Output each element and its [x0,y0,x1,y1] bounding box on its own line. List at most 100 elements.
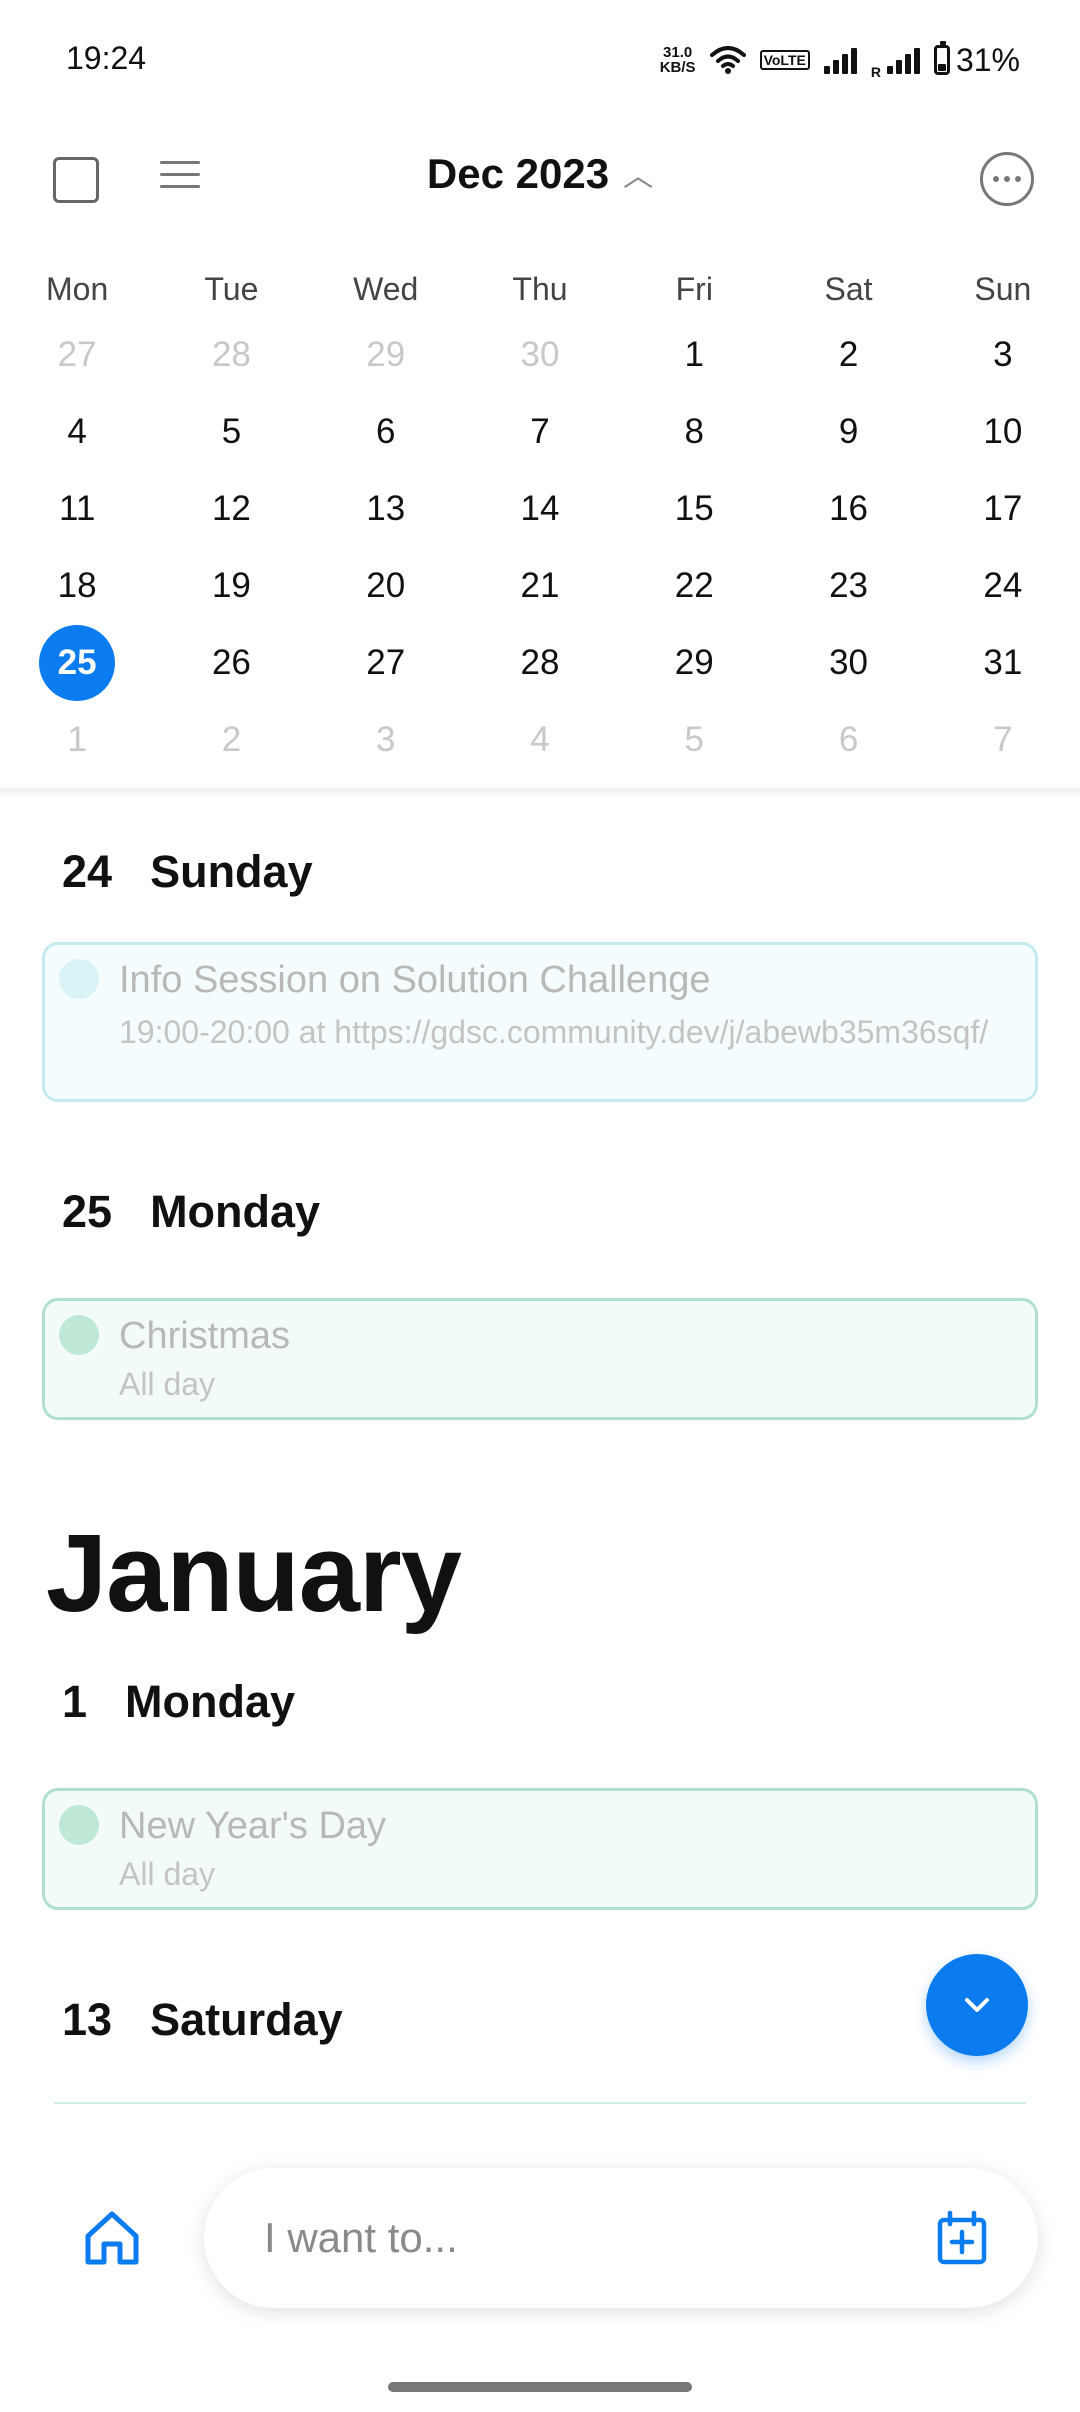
calendar-day[interactable]: 15 [617,470,771,547]
agenda-day-name: Monday [125,1676,296,1727]
calendar-add-icon [937,2210,987,2265]
calendar-day[interactable]: 14 [463,470,617,547]
day-number: 9 [838,412,859,451]
day-number: 18 [57,566,97,605]
calendar-day[interactable]: 6 [771,701,925,778]
day-number: 19 [211,566,251,605]
day-number: 24 [983,566,1023,605]
calendar-day[interactable]: 5 [617,701,771,778]
day-number: 27 [366,643,406,682]
agenda-day-number: 25 [62,1186,113,1237]
calendar-day[interactable]: 27 [309,624,463,701]
calendar-day[interactable]: 6 [309,393,463,470]
battery-indicator: 31% [933,41,1020,79]
calendar-day[interactable]: 9 [771,393,925,470]
calendar-day[interactable]: 30 [771,624,925,701]
calendar-day[interactable]: 8 [617,393,771,470]
agenda-day-heading: 13 Saturday [62,1994,343,2046]
day-number: 5 [684,720,704,759]
wifi-icon [709,46,746,74]
calendar-day[interactable]: 20 [309,547,463,624]
bottom-bar: I want to... [0,2150,1080,2412]
calendar-day[interactable]: 31 [926,624,1080,701]
calendar-day[interactable]: 17 [926,470,1080,547]
event-color-dot [59,1315,99,1355]
calendar-day[interactable]: 4 [0,393,154,470]
day-number: 16 [829,489,869,528]
chevron-down-icon [965,1998,989,2012]
calendar-day[interactable]: 5 [154,393,308,470]
event-subtitle: 19:00-20:00 at https://gdsc.community.de… [119,1014,989,1050]
calendar-day[interactable]: 16 [771,470,925,547]
calendar-day[interactable]: 13 [309,470,463,547]
month-heading: January [46,1512,462,1635]
calendar-day[interactable]: 29 [309,316,463,393]
day-number: 12 [211,489,251,528]
calendar-day[interactable]: 28 [154,316,308,393]
calendar-day[interactable]: 12 [154,470,308,547]
event-card[interactable]: Info Session on Solution Challenge 19:00… [42,942,1038,1102]
calendar-day[interactable]: 3 [309,701,463,778]
event-color-dot [59,959,99,999]
agenda-day-heading: 24 Sunday [62,846,313,898]
calendar-day[interactable]: 21 [463,547,617,624]
calendar-day[interactable]: 22 [617,547,771,624]
agenda-day-number: 24 [62,846,113,897]
calendar-day[interactable]: 24 [926,547,1080,624]
calendar-day[interactable]: 26 [154,624,308,701]
calendar-day[interactable]: 2 [154,701,308,778]
battery-percent: 31% [955,41,1020,78]
day-number: 30 [520,335,560,374]
calendar-day[interactable]: 10 [926,393,1080,470]
week-row: 18 19 20 21 22 23 24 [0,547,1080,624]
calendar-day[interactable]: 4 [463,701,617,778]
add-event-button[interactable] [932,2208,992,2268]
home-icon [85,2211,139,2265]
calendar-day[interactable]: 28 [463,624,617,701]
calendar-day[interactable]: 1 [0,701,154,778]
day-number: 8 [684,412,704,451]
day-number: 20 [366,566,406,605]
more-options-icon[interactable] [980,152,1034,206]
calendar-day[interactable]: 30 [463,316,617,393]
calendar-day[interactable]: 19 [154,547,308,624]
week-row: 25 26 27 28 29 30 31 [0,624,1080,701]
calendar-day[interactable]: 1 [617,316,771,393]
weekday-label: Sun [974,271,1032,307]
calendar-day[interactable]: 7 [926,701,1080,778]
day-number: 4 [530,720,550,759]
event-title: Info Session on Solution Challenge [119,959,711,1001]
day-number: 3 [375,720,396,759]
event-card[interactable]: New Year's Day All day [42,1788,1038,1910]
day-number: 7 [993,720,1013,759]
network-speed-unit: KB/S [659,59,696,76]
day-number: 30 [829,643,869,682]
calendar-day[interactable]: 3 [926,316,1080,393]
calendar-day[interactable]: 11 [0,470,154,547]
calendar-day-today[interactable]: 25 [0,624,154,701]
battery-fill [937,63,946,71]
day-number: 28 [211,335,251,374]
agenda-day-heading: 25 Monday [62,1186,320,1238]
calendar-day[interactable]: 29 [617,624,771,701]
scroll-down-button[interactable] [926,1954,1028,2056]
agenda-day-name: Sunday [150,846,313,897]
quick-add-input[interactable]: I want to... [204,2168,1038,2308]
day-number: 6 [838,720,859,759]
month-title: Dec 2023 [426,150,610,197]
weekday-header-row: Mon Tue Wed Thu Fri Sat Sun [0,262,1080,316]
month-selector[interactable]: Dec 2023 ︿ [0,150,1080,199]
weekday-label: Wed [353,271,419,307]
calendar-day[interactable]: 23 [771,547,925,624]
calendar-day[interactable]: 27 [0,316,154,393]
chevron-up-icon: ︿ [623,159,654,193]
calendar-day[interactable]: 18 [0,547,154,624]
calendar-day[interactable]: 7 [463,393,617,470]
event-card[interactable]: Christmas All day [42,1298,1038,1420]
week-row: 11 12 13 14 15 16 17 [0,470,1080,547]
calendar-day[interactable]: 2 [771,316,925,393]
home-button[interactable] [80,2206,144,2270]
weekday-label: Thu [512,271,568,307]
day-number: 26 [211,643,251,682]
gesture-navigation-bar[interactable] [388,2382,692,2392]
